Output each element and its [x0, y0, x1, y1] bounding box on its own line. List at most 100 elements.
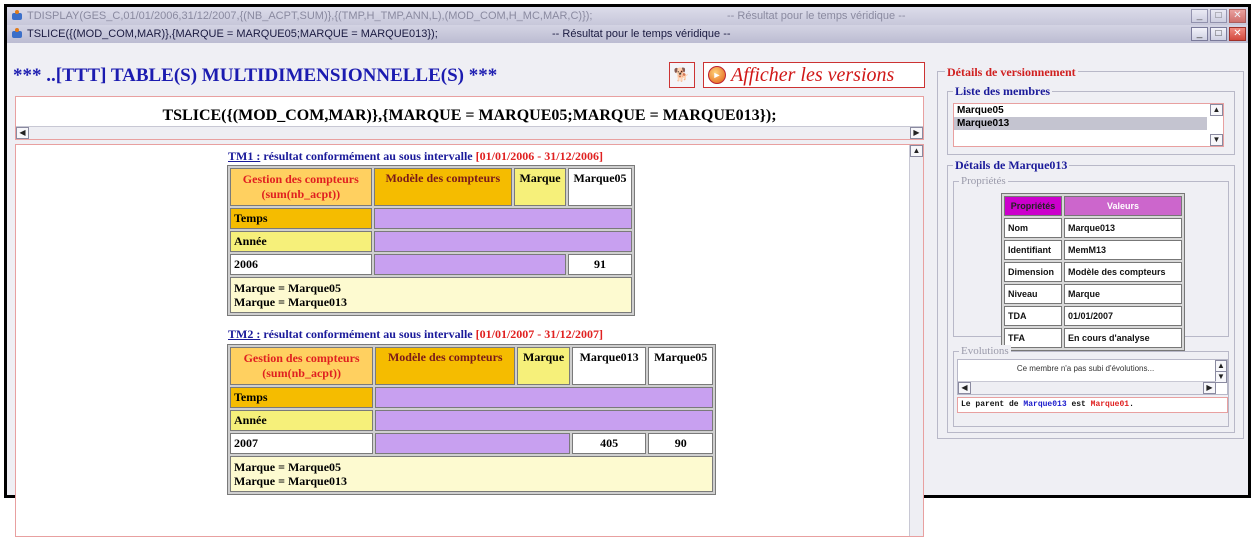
members-title: Liste des membres	[953, 84, 1053, 99]
java-icon	[11, 10, 23, 22]
prop-key: Niveau	[1004, 284, 1062, 304]
prop-value: Modèle des compteurs	[1064, 262, 1182, 282]
list-item[interactable]: Marque05	[954, 104, 1223, 117]
show-versions-label: Afficher les versions	[731, 63, 895, 86]
properties-table: Propriétés Valeurs Nom Marque013 Identifi…	[1001, 193, 1185, 351]
prop-key: TFA	[1004, 328, 1062, 348]
tm2-table: Gestion des compteurs (sum(nb_acpt)) Mod…	[227, 344, 716, 495]
scroll-down-button[interactable]: ▼	[1215, 371, 1227, 383]
prop-value: MemM13	[1064, 240, 1182, 260]
table-row: TDA 01/01/2007	[1004, 306, 1182, 326]
footer-line: Marque = Marque013	[234, 295, 348, 309]
prop-value: 01/01/2007	[1064, 306, 1182, 326]
footer-cell: Marque = Marque05 Marque = Marque013	[230, 456, 713, 492]
column-header: Marque05	[568, 168, 632, 206]
tm2-link[interactable]: TM2 :	[228, 327, 260, 341]
parent-parent: Marque01	[1090, 400, 1130, 409]
scroll-up-button[interactable]: ▲	[910, 145, 923, 157]
tm2-interval: [01/01/2007 - 31/12/2007]	[475, 327, 603, 341]
table-row: Marque = Marque05 Marque = Marque013	[230, 277, 632, 313]
value-cell: 90	[648, 433, 713, 454]
tm2-description: résultat conformément au sous intervalle	[260, 327, 476, 341]
table-row: Propriétés Valeurs	[1004, 196, 1182, 216]
background-window-subtitle: -- Résultat pour le temps véridique --	[727, 10, 906, 22]
minimize-button[interactable]: _	[1191, 9, 1208, 23]
table-row: Gestion des compteurs (sum(nb_acpt)) Mod…	[230, 347, 713, 385]
horizontal-scrollbar[interactable]: ◀ ▶	[16, 126, 923, 139]
versioning-title: Détails de versionnement	[945, 65, 1078, 80]
prop-value: Marque013	[1064, 218, 1182, 238]
footer-line: Marque = Marque05	[234, 460, 342, 474]
parent-prefix: Le parent de	[961, 400, 1024, 409]
background-window-title: TDISPLAY(GES_C,01/01/2006,31/12/2007,{(N…	[27, 10, 593, 22]
vertical-scrollbar[interactable]: ▲	[909, 145, 923, 536]
horizontal-scrollbar[interactable]: ◀ ▶	[958, 381, 1216, 394]
tm1-caption: TM1 : résultat conformément au sous inte…	[228, 149, 603, 164]
table-row: 2007 405 90	[230, 433, 713, 454]
table-row: Gestion des compteurs (sum(nb_acpt)) Mod…	[230, 168, 632, 206]
scroll-right-button[interactable]: ▶	[910, 127, 923, 139]
prop-key: TDA	[1004, 306, 1062, 326]
value-cell: 405	[571, 433, 647, 454]
prop-key: Dimension	[1004, 262, 1062, 282]
close-button[interactable]: ✕	[1229, 9, 1246, 23]
parent-child: Marque013	[1023, 400, 1067, 409]
list-item[interactable]: Marque013	[954, 117, 1207, 130]
query-text: TSLICE({(MOD_COM,MAR)},{MARQUE = MARQUE0…	[162, 107, 777, 124]
refresh-button[interactable]: 🐕	[669, 62, 695, 88]
tm1-link[interactable]: TM1 :	[228, 149, 260, 163]
scroll-left-button[interactable]: ◀	[958, 382, 971, 394]
scroll-right-button[interactable]: ▶	[1203, 382, 1216, 394]
column-header: Marque013	[571, 347, 647, 385]
footer-line: Marque = Marque013	[234, 474, 348, 488]
table-row: TFA En cours d'analyse	[1004, 328, 1182, 348]
year-cell: 2006	[230, 254, 372, 275]
show-versions-button[interactable]: ► Afficher les versions	[703, 62, 925, 88]
table-row: Dimension Modèle des compteurs	[1004, 262, 1182, 282]
tm1-table: Gestion des compteurs (sum(nb_acpt)) Mod…	[227, 165, 635, 316]
header-marque: Marque	[514, 168, 566, 206]
row-temps: Temps	[230, 208, 372, 229]
value-cell: 91	[568, 254, 632, 275]
prop-key: Nom	[1004, 218, 1062, 238]
header-marque: Marque	[517, 347, 570, 385]
background-window-titlebar[interactable]: TDISPLAY(GES_C,01/01/2006,31/12/2007,{(N…	[7, 7, 1248, 25]
table-row: 2006 91	[230, 254, 632, 275]
scroll-left-button[interactable]: ◀	[16, 127, 29, 139]
play-icon: ►	[708, 66, 726, 84]
table-row: Année	[230, 231, 632, 252]
window-subtitle: -- Résultat pour le temps véridique --	[552, 28, 731, 40]
evolutions-title: Evolutions	[959, 345, 1011, 357]
page-title: *** ..[TTT] TABLE(S) MULTIDIMENSIONNELLE…	[13, 65, 498, 86]
table-row: Année	[230, 410, 713, 431]
prop-value: En cours d'analyse	[1064, 328, 1182, 348]
props-header-key: Propriétés	[1004, 196, 1062, 216]
violet-cell	[373, 254, 566, 275]
gestion-label: Gestion des compteurs	[243, 351, 360, 365]
members-list[interactable]: Marque05 Marque013 ▲ ▼	[953, 103, 1224, 147]
row-temps: Temps	[230, 387, 374, 408]
scroll-down-button[interactable]: ▼	[1210, 134, 1223, 146]
minimize-button[interactable]: _	[1191, 27, 1208, 41]
maximize-button[interactable]: □	[1210, 9, 1227, 23]
window-titlebar[interactable]: TSLICE({(MOD_COM,MAR)},{MARQUE = MARQUE0…	[7, 25, 1248, 43]
results-panel: TM1 : résultat conformément au sous inte…	[15, 144, 924, 537]
header-gestion: Gestion des compteurs (sum(nb_acpt))	[230, 168, 372, 206]
violet-cell	[373, 231, 632, 252]
table-row: Nom Marque013	[1004, 218, 1182, 238]
prop-key: Identifiant	[1004, 240, 1062, 260]
maximize-button[interactable]: □	[1210, 27, 1227, 41]
parent-info: Le parent de Marque013 est Marque01.	[957, 397, 1228, 413]
violet-cell	[373, 208, 632, 229]
footer-cell: Marque = Marque05 Marque = Marque013	[230, 277, 632, 313]
scroll-up-button[interactable]: ▲	[1210, 104, 1223, 116]
java-icon	[11, 28, 23, 40]
violet-cell	[375, 387, 713, 408]
table-row: Niveau Marque	[1004, 284, 1182, 304]
row-annee: Année	[230, 231, 372, 252]
tm1-interval: [01/01/2006 - 31/12/2006]	[475, 149, 603, 163]
gestion-sub-label: (sum(nb_acpt))	[262, 366, 341, 380]
table-row: Temps	[230, 208, 632, 229]
close-button[interactable]: ✕	[1229, 27, 1246, 41]
dog-icon: 🐕	[673, 67, 691, 82]
